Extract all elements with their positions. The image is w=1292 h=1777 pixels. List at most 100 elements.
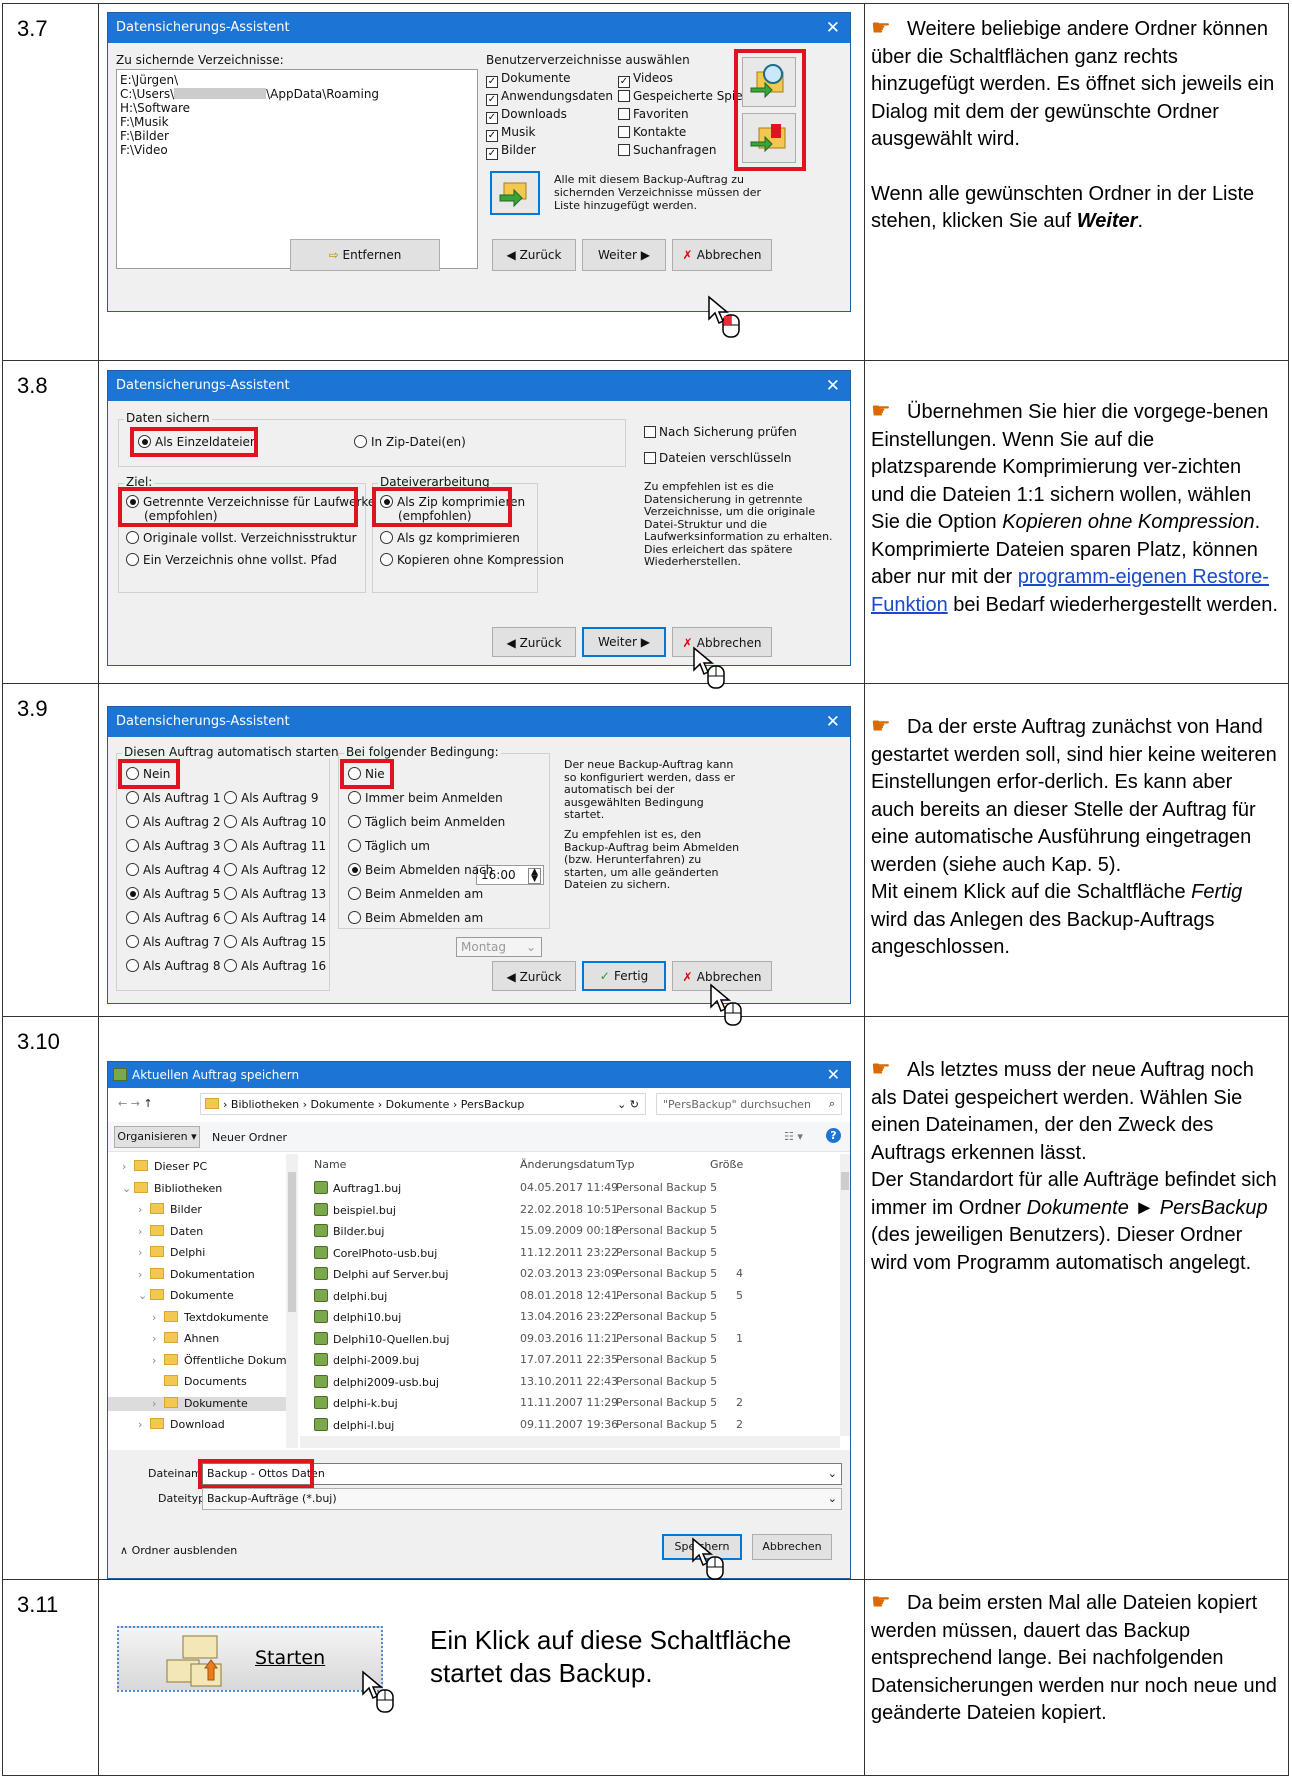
cancel-button[interactable]: Abbrechen — [752, 1534, 832, 1560]
tree-item[interactable]: Documents — [152, 1375, 247, 1389]
filetype-select[interactable]: Backup-Aufträge (*.buj) ⌄ — [202, 1488, 842, 1510]
horizontal-scrollbar[interactable] — [300, 1436, 840, 1448]
auftrag-radio[interactable]: Als Auftrag 3 — [126, 839, 221, 853]
user-dir-checkbox[interactable]: Suchanfragen — [618, 143, 717, 157]
list-item[interactable]: E:\Jürgen\ — [120, 73, 178, 87]
col-date-header[interactable]: Änderungsdatum — [520, 1158, 615, 1172]
nav-arrows[interactable]: ← → ↑ — [118, 1097, 153, 1111]
finish-button[interactable]: ✓ Fertig — [582, 961, 666, 991]
cancel-button[interactable]: ✗ Abbrechen — [672, 239, 772, 271]
tree-item[interactable]: › Ahnen — [152, 1332, 219, 1346]
list-item[interactable]: F:\Musik — [120, 115, 169, 129]
user-dir-checkbox[interactable]: Kontakte — [618, 125, 686, 139]
file-row[interactable]: delphi-l.buj 09.11.2007 19:36 Personal Bac… — [304, 1415, 842, 1433]
file-row[interactable]: delphi.buj 08.01.2018 12:41 Personal Backu… — [304, 1286, 842, 1306]
copy-no-compress-radio[interactable]: Kopieren ohne Kompression — [380, 553, 564, 567]
condition-radio[interactable]: Immer beim Anmelden — [348, 791, 503, 805]
tree-item[interactable]: › Bilder — [138, 1203, 202, 1217]
address-bar[interactable]: › Bibliotheken › Dokumente › Dokumente ›… — [200, 1093, 646, 1115]
list-item[interactable]: F:\Video — [120, 143, 168, 157]
tree-item[interactable]: › Download — [138, 1418, 225, 1432]
tree-item[interactable]: › Delphi — [138, 1246, 205, 1260]
auftrag-radio[interactable]: Als Auftrag 6 — [126, 911, 221, 925]
verify-checkbox[interactable]: Nach Sicherung prüfen — [644, 425, 797, 439]
auftrag-radio[interactable]: Als Auftrag 5 — [126, 887, 221, 901]
tree-item[interactable]: › Dieser PC — [122, 1160, 207, 1174]
user-dir-checkbox[interactable]: ✓ Dokumente — [486, 71, 571, 88]
zip-files-radio[interactable]: In Zip-Datei(en) — [354, 435, 466, 449]
file-row[interactable]: delphi-k.buj 11.11.2007 11:29 Personal Bac… — [304, 1393, 842, 1413]
view-options-icon[interactable]: ☷ ▾ — [784, 1130, 803, 1144]
user-dir-checkbox[interactable]: Favoriten — [618, 107, 689, 121]
auftrag-radio[interactable]: Als Auftrag 11 — [224, 839, 326, 853]
auftrag-radio[interactable]: Als Auftrag 13 — [224, 887, 326, 901]
back-button[interactable]: ◀ Zurück — [492, 961, 576, 991]
tree-item[interactable]: › Dokumente — [108, 1396, 286, 1411]
file-row[interactable]: delphi10.buj 13.04.2016 23:22 Personal Bac… — [304, 1307, 842, 1327]
new-folder-button[interactable]: Neuer Ordner — [212, 1131, 287, 1145]
col-name-header[interactable]: Name — [314, 1158, 346, 1172]
file-row[interactable]: Bilder.buj 15.09.2009 00:18 Personal Backu… — [304, 1221, 842, 1241]
file-row[interactable]: delphi2009-usb.buj 13.10.2011 22:43 Person… — [304, 1372, 842, 1392]
search-input[interactable]: "PersBackup" durchsuchen ⌕ — [656, 1093, 842, 1115]
next-button[interactable]: Weiter ▶ — [582, 627, 666, 657]
condition-radio[interactable]: Beim Anmelden am — [348, 887, 483, 901]
tree-item[interactable]: ⌄ Bibliotheken — [122, 1181, 222, 1196]
auftrag-radio[interactable]: Als Auftrag 12 — [224, 863, 326, 877]
auftrag-radio[interactable]: Als Auftrag 7 — [126, 935, 221, 949]
condition-radio[interactable]: Beim Abmelden am — [348, 911, 483, 925]
start-button[interactable]: Starten — [117, 1626, 383, 1692]
files-scrollbar[interactable] — [840, 1154, 850, 1436]
file-row[interactable]: Delphi10-Quellen.buj 09.03.2016 11:21 Pers… — [304, 1329, 842, 1349]
file-row[interactable]: Delphi auf Server.buj 02.03.2013 23:09 Per… — [304, 1264, 842, 1284]
gz-compress-radio[interactable]: Als gz komprimieren — [380, 531, 520, 545]
auftrag-radio[interactable]: Als Auftrag 4 — [126, 863, 221, 877]
close-icon[interactable]: ✕ — [826, 371, 840, 401]
tree-item[interactable]: › Daten — [138, 1224, 203, 1239]
hide-folders-button[interactable]: ∧ Ordner ausblenden — [120, 1544, 237, 1558]
weekday-select[interactable]: Montag ⌄ — [456, 937, 542, 957]
auftrag-radio[interactable]: Als Auftrag 14 — [224, 911, 326, 925]
auftrag-radio[interactable]: Als Auftrag 8 — [126, 959, 221, 973]
remove-button[interactable]: ⇨ Entfernen — [290, 239, 440, 271]
file-row[interactable]: delphi-2009.buj 17.07.2011 22:35 Personal … — [304, 1350, 842, 1370]
help-icon[interactable]: ? — [826, 1128, 841, 1143]
back-button[interactable]: ◀ Zurück — [492, 627, 576, 657]
condition-radio[interactable]: Täglich beim Anmelden — [348, 815, 505, 829]
condition-radio[interactable]: Nie — [348, 767, 385, 781]
target-original-radio[interactable]: Originale vollst. Verzeichnisstruktur — [126, 531, 357, 545]
col-size-header[interactable]: Größe — [710, 1158, 743, 1172]
auftrag-radio[interactable]: Als Auftrag 15 — [224, 935, 326, 949]
add-folder-button[interactable] — [490, 171, 540, 215]
auftrag-radio[interactable]: Als Auftrag 1 — [126, 791, 221, 805]
user-dir-checkbox[interactable]: ✓ Bilder — [486, 143, 536, 160]
next-button[interactable]: Weiter ▶ — [582, 239, 666, 271]
encrypt-checkbox[interactable]: Dateien verschlüsseln — [644, 451, 791, 465]
col-type-header[interactable]: Typ — [616, 1158, 635, 1172]
tree-item[interactable]: ⌄ Dokumente — [138, 1289, 234, 1303]
organize-button[interactable]: Organisieren ▾ — [114, 1126, 200, 1148]
tree-scrollbar[interactable] — [286, 1154, 298, 1448]
user-dir-checkbox[interactable]: ✓ Musik — [486, 125, 536, 142]
back-button[interactable]: ◀ Zurück — [492, 239, 576, 271]
tree-item[interactable]: › Textdokumente — [152, 1310, 269, 1325]
condition-radio[interactable]: Beim Abmelden nach — [348, 863, 493, 877]
auftrag-radio[interactable]: Als Auftrag 16 — [224, 959, 326, 973]
close-icon[interactable]: ✕ — [826, 707, 840, 737]
close-icon[interactable]: ✕ — [826, 13, 840, 43]
target-single-dir-radio[interactable]: Ein Verzeichnis ohne vollst. Pfad — [126, 553, 337, 567]
spinner-icon[interactable]: ▲ ▼ — [528, 868, 541, 884]
tree-item[interactable]: ›Öffentliche Dokumente — [152, 1353, 298, 1368]
close-icon[interactable]: ✕ — [827, 1062, 840, 1088]
file-row[interactable]: CorelPhoto-usb.buj 11.12.2011 23:22 Person… — [304, 1243, 842, 1263]
auftrag-radio[interactable]: Als Auftrag 2 — [126, 815, 221, 829]
auftrag-radio[interactable]: Als Auftrag 10 — [224, 815, 326, 829]
list-item[interactable]: F:\Bilder — [120, 129, 169, 143]
user-dir-checkbox[interactable]: ✓ Videos — [618, 71, 673, 88]
auftrag-radio[interactable]: Als Auftrag 9 — [224, 791, 319, 805]
file-row[interactable]: Auftrag1.buj 04.05.2017 11:49 Personal Bac… — [304, 1178, 842, 1198]
list-item[interactable]: C:\Users\ \AppData\Roaming — [120, 87, 379, 101]
list-item[interactable]: H:\Software — [120, 101, 190, 115]
file-row[interactable]: beispiel.buj 22.02.2018 10:51 Personal Bac… — [304, 1200, 842, 1220]
condition-radio[interactable]: Täglich um — [348, 839, 430, 853]
